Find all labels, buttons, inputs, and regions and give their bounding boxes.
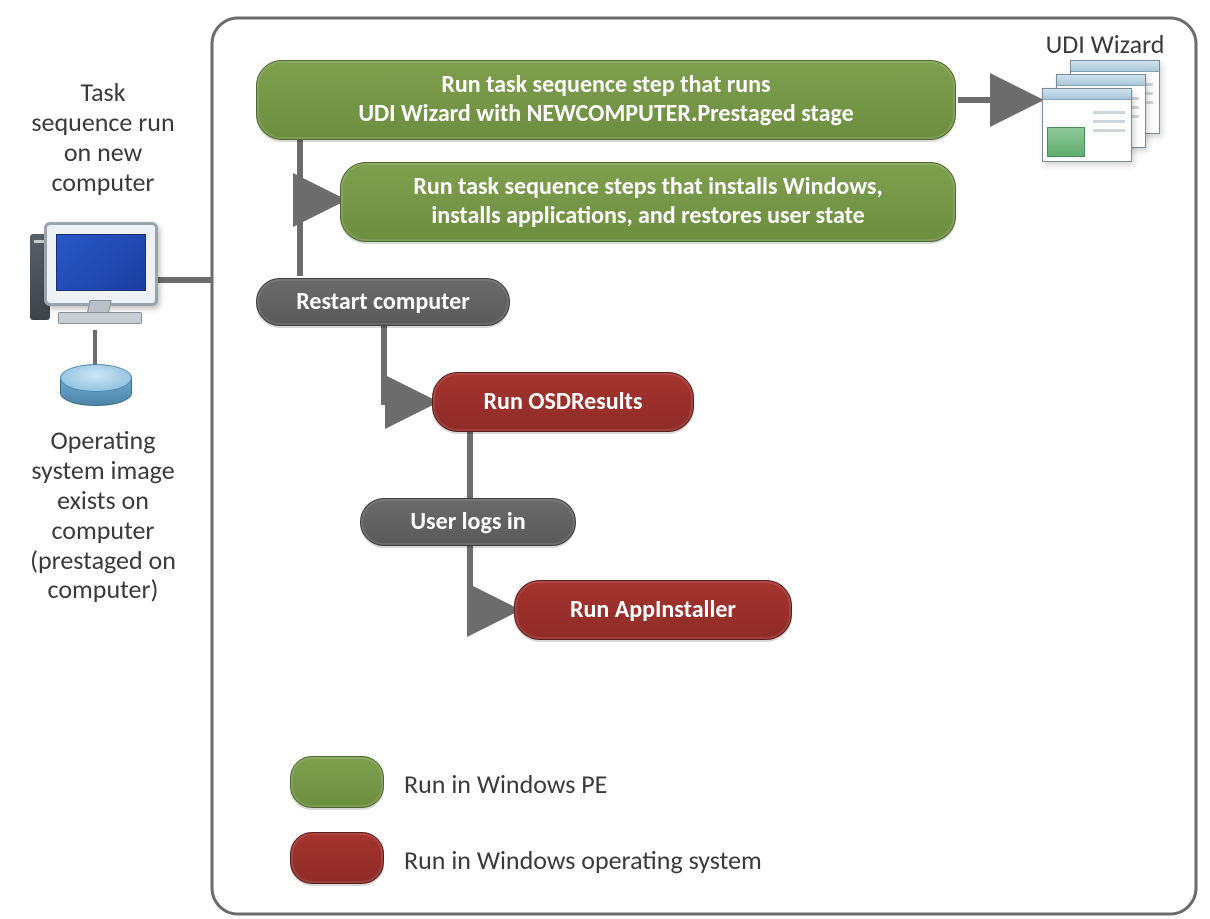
label-udi-wizard: UDI Wizard — [1020, 30, 1190, 60]
node-run-udi-wizard-prestaged: Run task sequence step that runs UDI Wiz… — [256, 60, 956, 140]
node-install-windows-apps-restore: Run task sequence steps that installs Wi… — [340, 162, 956, 242]
udi-wizard-windows-icon — [1042, 60, 1162, 170]
legend-swatch-red — [290, 832, 384, 884]
text-line: Operating — [8, 426, 198, 456]
text-line: Run task sequence steps that installs Wi… — [413, 173, 882, 202]
node-restart-computer: Restart computer — [256, 278, 510, 326]
text-line: sequence run — [8, 108, 198, 138]
label-task-sequence: Task sequence run on new computer — [8, 78, 198, 198]
text-line: computer) — [8, 575, 198, 605]
text-line: UDI Wizard with NEWCOMPUTER.Prestaged st… — [358, 100, 853, 129]
legend-label-pe: Run in Windows PE — [404, 768, 607, 800]
text-line: on new — [8, 138, 198, 168]
label-os-image: Operating system image exists on compute… — [8, 426, 198, 605]
node-run-osdresults: Run OSDResults — [432, 372, 694, 432]
legend-swatch-green — [290, 756, 384, 808]
text-line: computer — [8, 516, 198, 546]
node-run-appinstaller: Run AppInstaller — [514, 580, 792, 640]
node-label: User logs in — [410, 508, 525, 537]
text-line: system image — [8, 456, 198, 486]
text-line: Task — [8, 78, 198, 108]
node-label: Restart computer — [296, 288, 470, 317]
node-user-logs-in: User logs in — [360, 498, 576, 546]
node-label: Run OSDResults — [484, 388, 643, 417]
text-line: installs applications, and restores user… — [413, 202, 882, 231]
text-line: (prestaged on — [8, 546, 198, 576]
text-line: exists on — [8, 486, 198, 516]
legend-label-os: Run in Windows operating system — [404, 844, 762, 876]
node-label: Run AppInstaller — [570, 596, 736, 625]
text-line: Run task sequence step that runs — [358, 71, 853, 100]
text-line: computer — [8, 168, 198, 198]
